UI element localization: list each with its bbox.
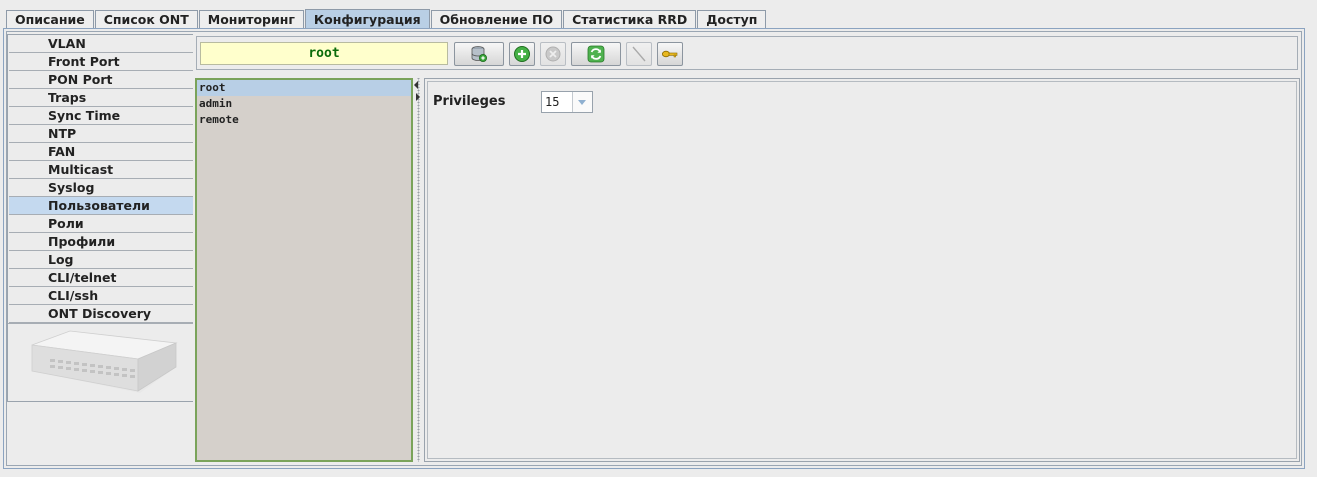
save-db-button[interactable]	[454, 42, 504, 66]
collapse-left-arrow-icon[interactable]	[414, 81, 418, 89]
add-user-button[interactable]	[509, 42, 535, 66]
menu-divider	[8, 323, 193, 324]
menu-item-sync-time[interactable]: Sync Time	[8, 107, 193, 125]
edit-button[interactable]	[626, 42, 652, 66]
menu-item-roles[interactable]: Роли	[8, 215, 193, 233]
delete-user-button[interactable]	[540, 42, 566, 66]
menu-item-users[interactable]: Пользователи	[8, 197, 193, 215]
plus-icon	[514, 46, 530, 62]
list-item-user[interactable]: admin	[197, 96, 411, 112]
database-icon	[471, 46, 487, 62]
menu-item-multicast[interactable]: Multicast	[8, 161, 193, 179]
tab-firmware-update[interactable]: Обновление ПО	[430, 10, 563, 28]
delete-icon	[545, 46, 561, 62]
menu-item-fan[interactable]: FAN	[8, 143, 193, 161]
users-toolbar: root	[196, 36, 1298, 70]
tab-access[interactable]: Доступ	[697, 10, 767, 28]
tab-monitoring[interactable]: Мониторинг	[198, 10, 304, 28]
user-details-panel: Privileges 15	[424, 78, 1300, 462]
list-item-user[interactable]: root	[197, 80, 411, 96]
menu-item-cli-ssh[interactable]: CLI/ssh	[8, 287, 193, 305]
tab-ont-list[interactable]: Список ONT	[94, 10, 198, 28]
privileges-select[interactable]: 15	[541, 91, 593, 113]
menu-item-ont-discovery[interactable]: ONT Discovery	[8, 305, 193, 323]
tab-configuration[interactable]: Конфигурация	[304, 9, 430, 29]
pencil-icon	[632, 46, 646, 62]
menu-item-syslog[interactable]: Syslog	[8, 179, 193, 197]
menu-item-ntp[interactable]: NTP	[8, 125, 193, 143]
device-image	[31, 330, 178, 393]
password-button[interactable]	[657, 42, 683, 66]
top-tabbar: Описание Список ONT Мониторинг Конфигура…	[6, 9, 767, 29]
menu-item-pon-port[interactable]: PON Port	[8, 71, 193, 89]
menu-item-profiles[interactable]: Профили	[8, 233, 193, 251]
privileges-label: Privileges	[433, 94, 506, 109]
config-menu: VLAN Front Port PON Port Traps Sync Time…	[7, 34, 193, 402]
user-details-inner: Privileges 15	[427, 81, 1297, 459]
chevron-down-icon[interactable]	[572, 92, 592, 112]
menu-item-front-port[interactable]: Front Port	[8, 53, 193, 71]
menu-item-log[interactable]: Log	[8, 251, 193, 269]
expand-right-arrow-icon[interactable]	[416, 93, 420, 101]
refresh-button[interactable]	[571, 42, 621, 66]
menu-item-cli-telnet[interactable]: CLI/telnet	[8, 269, 193, 287]
tab-description[interactable]: Описание	[6, 10, 94, 28]
current-user-field[interactable]: root	[200, 42, 448, 65]
privileges-value: 15	[545, 95, 560, 109]
list-item-user[interactable]: remote	[197, 112, 411, 128]
menu-item-traps[interactable]: Traps	[8, 89, 193, 107]
menu-item-vlan[interactable]: VLAN	[8, 35, 193, 53]
refresh-icon	[587, 45, 605, 63]
tab-rrd-statistics[interactable]: Статистика RRD	[563, 10, 697, 28]
users-list: root admin remote	[195, 78, 413, 462]
key-icon	[662, 50, 678, 58]
split-pane-divider[interactable]	[414, 78, 422, 462]
